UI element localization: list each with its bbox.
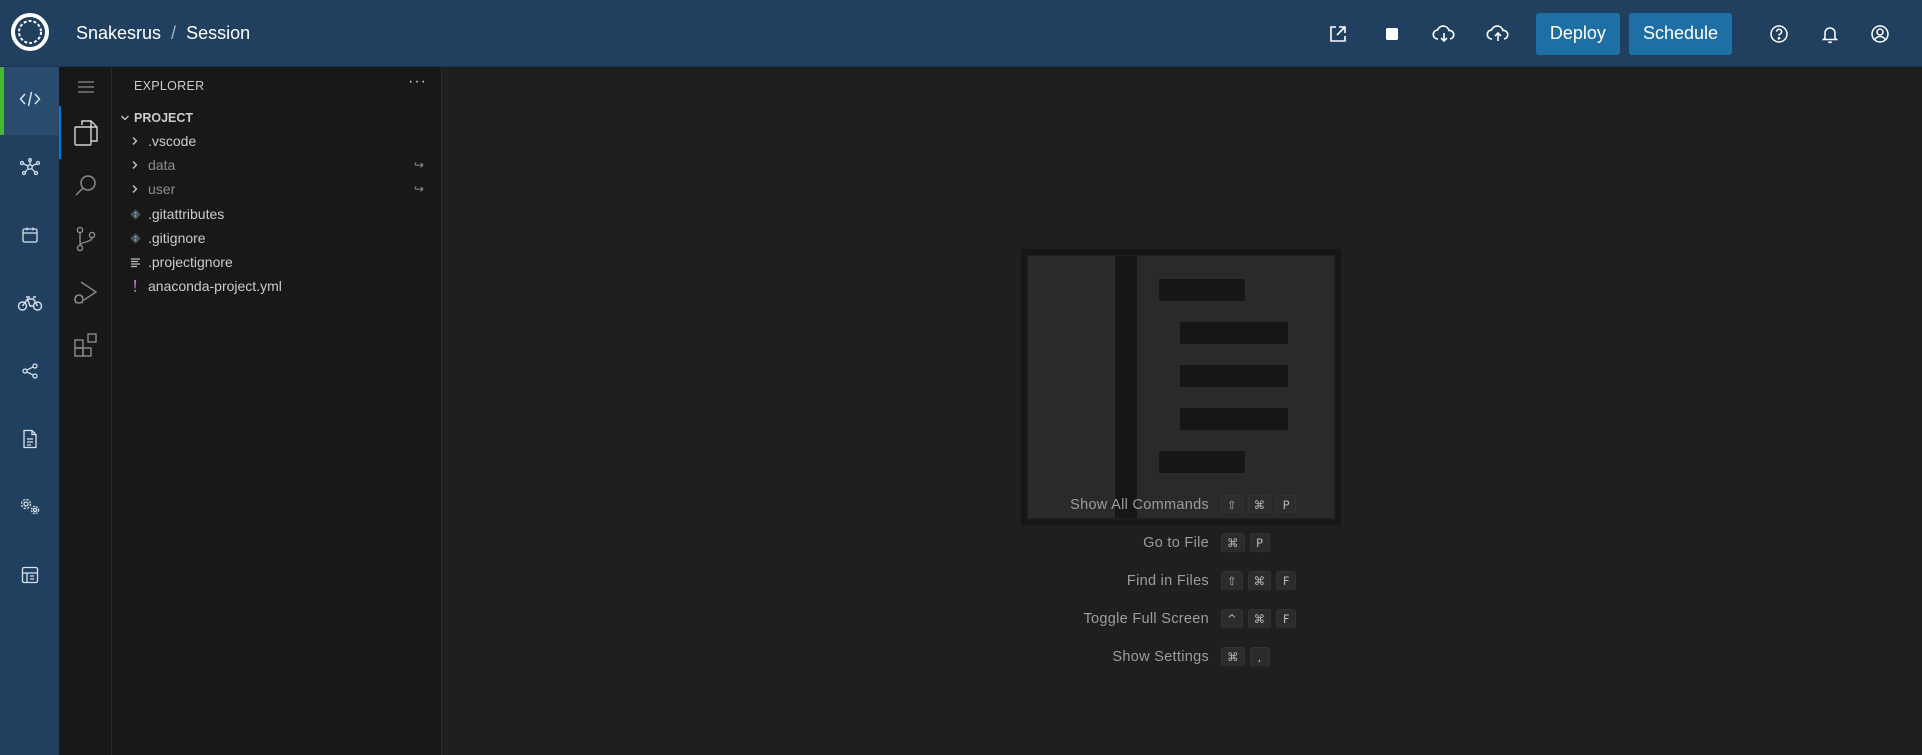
nav-item-calendar[interactable] (0, 203, 59, 271)
activity-bar (59, 67, 112, 755)
top-bar: Snakesrus / Session Deploy Schedule (0, 0, 1922, 67)
tree-item-label: .gitignore (148, 230, 206, 246)
source-control-icon[interactable] (59, 212, 112, 265)
keycap: F (1276, 571, 1297, 591)
breadcrumb: Snakesrus / Session (76, 0, 250, 67)
nav-item-bicycle[interactable] (0, 271, 59, 339)
shortcut-keys: ⇧ ⌘ P (1221, 495, 1297, 515)
schedule-button[interactable]: Schedule (1628, 12, 1732, 55)
keycap: ⌘ (1247, 609, 1272, 629)
keycap: ⌘ (1247, 495, 1272, 515)
nav-item-code[interactable] (0, 67, 59, 135)
run-debug-icon[interactable] (59, 265, 112, 318)
network-icon (18, 157, 42, 182)
nav-item-network[interactable] (0, 135, 59, 203)
tree-item-label: .projectignore (148, 254, 233, 270)
chevron-right-icon (128, 153, 142, 177)
keycap: ⌘ (1221, 647, 1245, 667)
chevron-right-icon (128, 177, 142, 201)
project-label: PROJECT (134, 111, 194, 125)
shortcut-label: Find in Files (1126, 573, 1209, 589)
keycap: F (1276, 609, 1297, 629)
deploy-button[interactable]: Deploy (1535, 12, 1620, 55)
chevron-right-icon (128, 129, 142, 153)
tree-file-gitignore[interactable]: .gitignore (112, 226, 442, 250)
open-external-icon[interactable] (1324, 20, 1352, 48)
project-section-header[interactable]: PROJECT (112, 107, 442, 129)
shortcut-keys: ⌘, (1221, 647, 1270, 667)
storage-icon (21, 566, 39, 589)
git-file-icon (128, 202, 142, 226)
shortcut-keys: ⌘ P (1221, 533, 1270, 553)
keycap: ⇧ (1221, 495, 1243, 515)
tree-folder-vscode[interactable]: .vscode (112, 129, 442, 153)
symlink-icon: ↪ (413, 182, 424, 196)
top-actions: Deploy Schedule (1324, 0, 1922, 67)
chevron-down-icon (116, 113, 134, 123)
vscode-watermark-icon (1021, 249, 1341, 525)
files-icon[interactable] (59, 106, 112, 159)
document-icon (22, 429, 38, 454)
tree-folder-data[interactable]: data ↪ (112, 153, 442, 177)
tree-item-label: .vscode (148, 133, 197, 149)
more-actions-button[interactable]: ··· (408, 73, 427, 91)
breadcrumb-project[interactable]: Snakesrus (76, 23, 161, 44)
keycap: ⌘ (1221, 533, 1245, 553)
user-account-icon[interactable] (1866, 20, 1894, 48)
keycap: ⇧ (1221, 571, 1243, 591)
tree-file-anaconda-project[interactable]: anaconda-project.yml (112, 274, 442, 298)
shortcut-label: Show All Commands (1070, 497, 1209, 513)
search-icon[interactable] (59, 159, 112, 212)
tree-item-label: user (148, 181, 176, 197)
anaconda-logo[interactable] (9, 11, 51, 53)
shortcut-label: Go to File (1143, 535, 1209, 551)
symlink-icon: ↪ (413, 158, 424, 172)
help-icon[interactable] (1765, 20, 1793, 48)
explorer-panel: EXPLORER ··· PROJECT .vscode data ↪ user… (112, 67, 442, 755)
stop-icon[interactable] (1378, 20, 1406, 48)
nav-item-share[interactable] (0, 339, 59, 407)
nav-item-settings[interactable] (0, 475, 59, 543)
yaml-file-icon (128, 274, 142, 298)
keycap: , (1249, 647, 1270, 667)
tree-folder-user[interactable]: user ↪ (112, 177, 442, 201)
text-file-icon (128, 250, 142, 274)
editor-area: Show All Commands ⇧ ⌘ P Go to File ⌘ P Find in … (442, 67, 1922, 755)
breadcrumb-session: Session (186, 23, 251, 43)
tree-item-label: data (148, 157, 176, 173)
cloud-download-icon[interactable] (1430, 20, 1458, 48)
nav-item-document[interactable] (0, 407, 59, 475)
shortcut-label: Show Settings (1112, 649, 1209, 665)
tree-item-label: anaconda-project.yml (148, 278, 282, 294)
calendar-icon (21, 226, 39, 249)
bicycle-icon (17, 294, 43, 317)
tree-file-gitattributes[interactable]: .gitattributes (112, 202, 442, 226)
explorer-title: EXPLORER (134, 79, 205, 93)
menu-icon[interactable] (59, 78, 112, 96)
breadcrumb-separator: / (171, 23, 177, 43)
bell-icon[interactable] (1816, 20, 1844, 48)
keycap: ⌘ (1247, 571, 1272, 591)
nav-item-storage[interactable] (0, 543, 59, 611)
extensions-icon[interactable] (59, 318, 112, 371)
cloud-upload-icon[interactable] (1484, 20, 1512, 48)
app-nav (0, 67, 59, 755)
tree-file-projectignore[interactable]: .projectignore (112, 250, 442, 274)
code-icon (18, 90, 41, 113)
shortcut-label: Toggle Full Screen (1083, 611, 1209, 627)
git-file-icon (128, 226, 142, 250)
shortcut-keys: ^ ⌘ F (1221, 609, 1297, 629)
keycap: P (1249, 533, 1270, 553)
keycap: P (1276, 495, 1297, 515)
shortcut-keys: ⇧ ⌘ F (1221, 571, 1297, 591)
keycap: ^ (1221, 609, 1243, 629)
tree-item-label: .gitattributes (148, 206, 225, 222)
share-icon (21, 362, 39, 385)
gears-icon (18, 497, 42, 522)
